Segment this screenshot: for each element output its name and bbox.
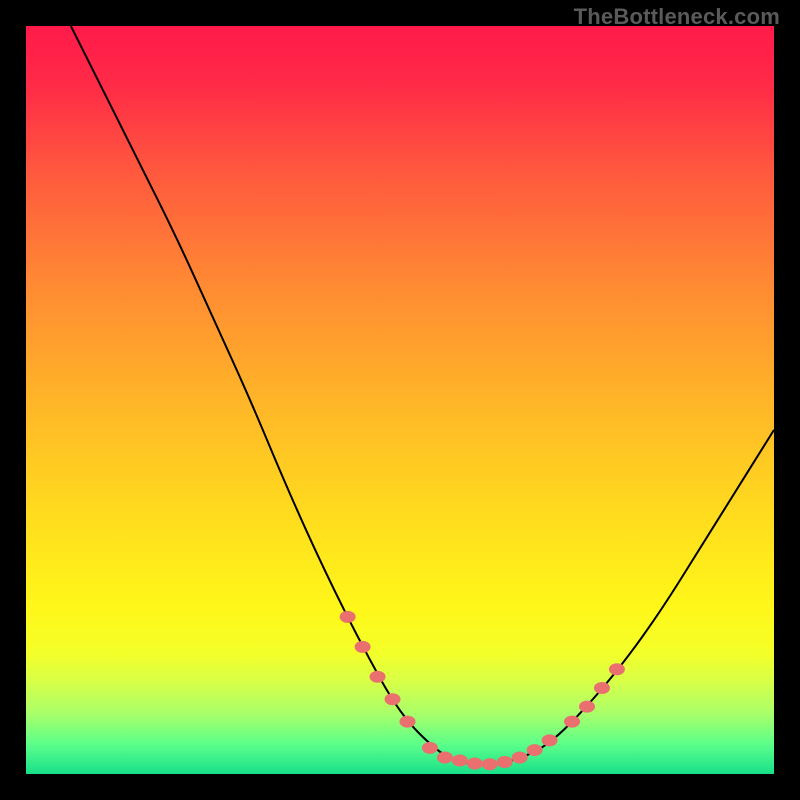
highlight-dot xyxy=(399,716,415,728)
highlight-dot xyxy=(422,742,438,754)
highlight-dot xyxy=(370,671,386,683)
highlight-points xyxy=(26,26,774,774)
highlight-dot xyxy=(340,611,356,623)
highlight-dot xyxy=(609,663,625,675)
watermark-text: TheBottleneck.com xyxy=(574,4,780,30)
highlight-dot xyxy=(482,758,498,770)
highlight-dot xyxy=(437,752,453,764)
highlight-dot xyxy=(467,758,483,770)
highlight-dot xyxy=(452,755,468,767)
highlight-dot xyxy=(385,693,401,705)
highlight-dot xyxy=(542,734,558,746)
highlight-dot xyxy=(497,756,513,768)
highlight-dot xyxy=(564,716,580,728)
highlight-dot xyxy=(355,641,371,653)
chart-plot-area xyxy=(26,26,774,774)
highlight-dot xyxy=(512,752,528,764)
highlight-dot xyxy=(594,682,610,694)
highlight-dot xyxy=(527,744,543,756)
highlight-dot xyxy=(579,701,595,713)
